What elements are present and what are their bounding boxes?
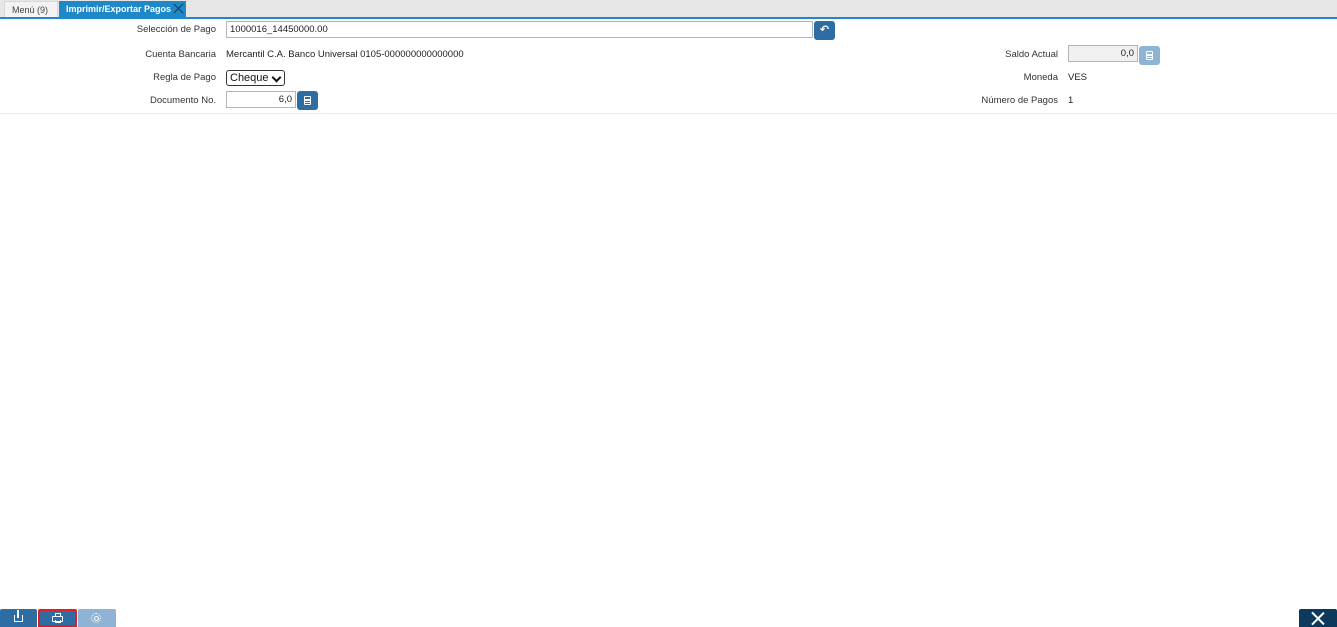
calculator-icon <box>1146 51 1153 60</box>
tab-label: Imprimir/Exportar Pagos <box>66 4 172 14</box>
currency-value: VES <box>1068 72 1088 83</box>
print-icon <box>52 613 63 623</box>
current-balance-label: Saldo Actual <box>1005 49 1058 60</box>
chevron-down-icon <box>271 72 282 83</box>
number-of-payments-label: Número de Pagos <box>981 95 1058 106</box>
bank-account-value: Mercantil C.A. Banco Universal 0105-0000… <box>226 49 464 60</box>
print-button[interactable] <box>38 609 77 627</box>
lookup-icon: ↶ <box>819 24 830 36</box>
payment-rule-selected: Cheque <box>230 72 269 84</box>
tab-bar: Menú (9) Imprimir/Exportar Pagos <box>0 0 1337 19</box>
close-button[interactable] <box>1299 609 1337 627</box>
tab-imprimir-exportar-pagos[interactable]: Imprimir/Exportar Pagos <box>59 1 186 17</box>
payment-rule-select[interactable]: Cheque <box>226 70 285 86</box>
document-no-label: Documento No. <box>149 95 216 106</box>
current-balance-field: 0,0 <box>1068 45 1138 62</box>
payment-rule-label: Regla de Pago <box>153 72 216 83</box>
document-no-calculator-button[interactable] <box>297 91 318 110</box>
export-icon <box>14 610 23 622</box>
payment-selection-field[interactable]: 1000016_14450000.00 <box>226 21 813 38</box>
export-button[interactable] <box>0 609 37 627</box>
tab-menu[interactable]: Menú (9) <box>4 1 58 17</box>
currency-label: Moneda <box>1023 72 1058 83</box>
gear-icon <box>91 613 101 623</box>
number-of-payments-value: 1 <box>1068 95 1074 106</box>
payment-selection-label: Selección de Pago <box>136 24 216 35</box>
bank-account-label: Cuenta Bancaria <box>145 49 216 60</box>
document-no-field[interactable]: 6,0 <box>226 91 296 108</box>
close-tab-icon[interactable] <box>173 3 184 14</box>
settings-button[interactable] <box>78 609 116 627</box>
calculator-icon <box>304 96 311 105</box>
current-balance-calculator-button[interactable] <box>1139 46 1160 65</box>
payment-selection-lookup-button[interactable]: ↶ <box>814 21 835 40</box>
form-divider <box>0 113 1337 114</box>
